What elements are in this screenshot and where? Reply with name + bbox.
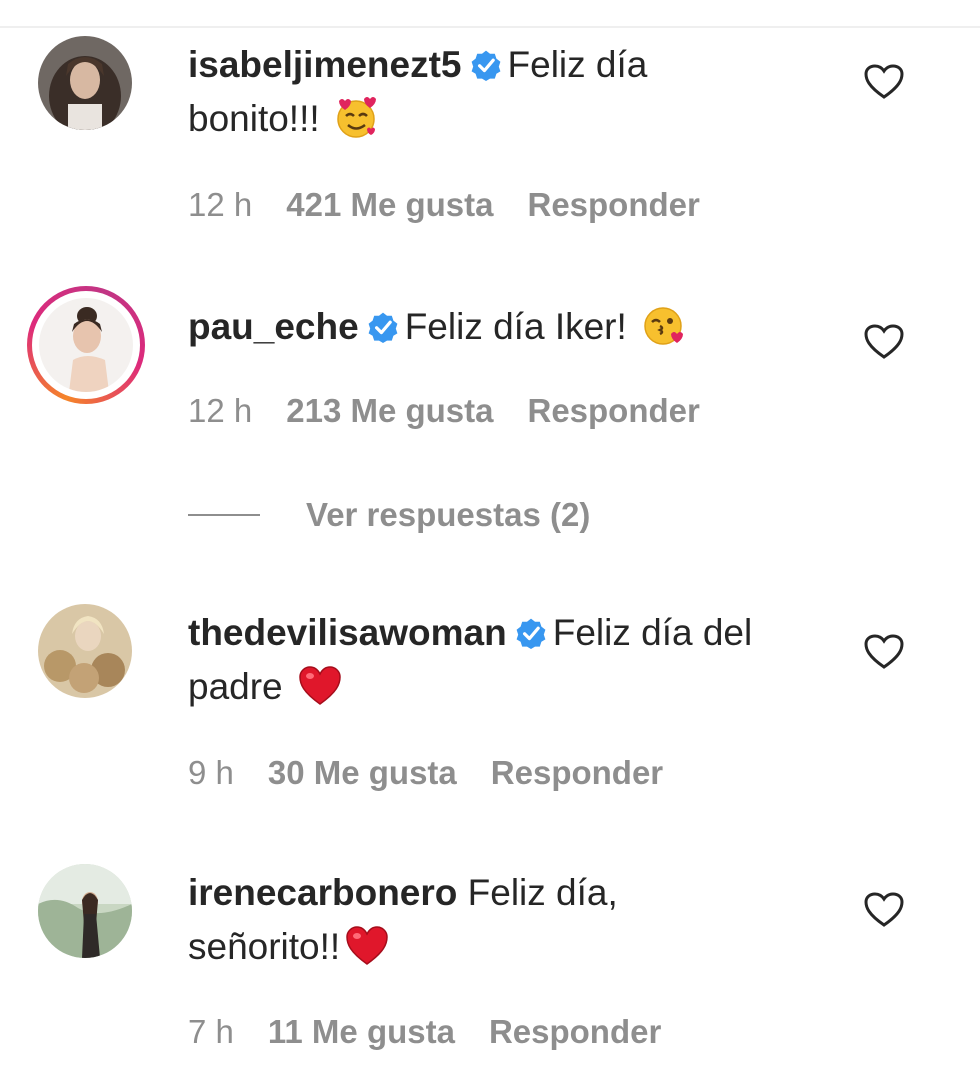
reply-button[interactable]: Responder: [527, 392, 699, 429]
story-ring[interactable]: [27, 286, 145, 404]
comment-text: isabeljimenezt5 Feliz día bonito!!!: [188, 38, 828, 146]
comment-body-line1: Feliz día,: [467, 872, 618, 913]
like-heart-icon[interactable]: [864, 634, 904, 670]
comment-time[interactable]: 12 h: [188, 392, 252, 429]
like-heart-icon[interactable]: [864, 64, 904, 100]
smiling-face-with-hearts-icon: [337, 97, 376, 138]
reply-button[interactable]: Responder: [527, 186, 699, 223]
comment-body-line2: señorito!!: [188, 926, 341, 967]
face-blowing-kiss-icon: [644, 307, 684, 345]
likes-count[interactable]: 213 Me gusta: [286, 392, 493, 429]
comment-username[interactable]: thedevilisawoman: [188, 612, 507, 653]
comment-username[interactable]: pau_eche: [188, 306, 359, 347]
comment-text: thedevilisawoman Feliz día del padre: [188, 606, 828, 714]
comment-meta: 12 h 421 Me gusta Responder: [188, 186, 734, 224]
comment-body-line2: padre: [188, 666, 283, 707]
red-heart-icon: [346, 926, 388, 965]
comment-body-line1: Feliz día Iker!: [404, 306, 627, 347]
replies-divider: [188, 514, 260, 516]
verified-badge-icon: [471, 50, 500, 81]
avatar[interactable]: [38, 36, 132, 130]
comment-meta: 7 h 11 Me gusta Responder: [188, 1013, 695, 1051]
reply-button[interactable]: Responder: [489, 1013, 661, 1050]
red-heart-icon: [299, 666, 341, 705]
comment-time[interactable]: 9 h: [188, 754, 234, 791]
avatar[interactable]: [38, 604, 132, 698]
likes-count[interactable]: 421 Me gusta: [286, 186, 493, 223]
view-replies-label: Ver respuestas (2): [306, 496, 591, 533]
comment-username[interactable]: isabeljimenezt5: [188, 44, 462, 85]
comment-username[interactable]: irenecarbonero: [188, 872, 457, 913]
comment-body-line1: Feliz día del: [552, 612, 753, 653]
view-replies-button[interactable]: Ver respuestas (2): [188, 496, 590, 534]
comment-time[interactable]: 7 h: [188, 1013, 234, 1050]
like-heart-icon[interactable]: [864, 892, 904, 928]
reply-button[interactable]: Responder: [491, 754, 663, 791]
comment-time[interactable]: 12 h: [188, 186, 252, 223]
verified-badge-icon: [516, 618, 546, 649]
likes-count[interactable]: 11 Me gusta: [268, 1013, 455, 1050]
comment-text: irenecarbonero Feliz día, señorito!!: [188, 866, 828, 974]
likes-count[interactable]: 30 Me gusta: [268, 754, 457, 791]
comment-meta: 12 h 213 Me gusta Responder: [188, 392, 734, 430]
comment-body-line1: Feliz día: [507, 44, 648, 85]
comment-meta: 9 h 30 Me gusta Responder: [188, 754, 697, 792]
comment-body-line2: bonito!!!: [188, 98, 320, 139]
comment-text: pau_eche Feliz día Iker!: [188, 300, 828, 354]
avatar[interactable]: [39, 298, 133, 392]
verified-badge-icon: [368, 312, 398, 343]
avatar[interactable]: [38, 864, 132, 958]
top-divider: [0, 26, 980, 28]
like-heart-icon[interactable]: [864, 324, 904, 360]
